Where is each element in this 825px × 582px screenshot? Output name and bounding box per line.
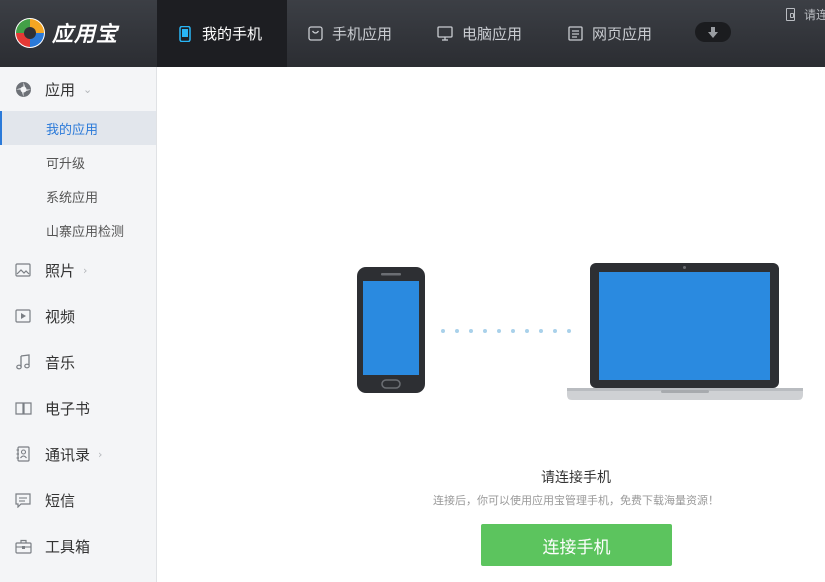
sidebar-subitem-upgradable[interactable]: 可升级 (0, 145, 156, 179)
phone-icon (177, 25, 193, 42)
app-logo-icon (15, 18, 45, 48)
tab-phone-apps[interactable]: 手机应用 (287, 0, 417, 67)
connect-subtitle: 连接后，你可以使用应用宝管理手机，免费下载海量资源！ (433, 494, 719, 507)
app-icon (14, 80, 32, 98)
sidebar-subitem-fake-app-check[interactable]: 山寨应用检测 (0, 213, 156, 247)
connect-illustration (357, 263, 803, 400)
web-page-icon (567, 26, 583, 42)
tab-pc-apps[interactable]: 电脑应用 (417, 0, 547, 67)
sidebar: 应用 ⌄ 我的应用 可升级 系统应用 山寨应用检测 照片 › 视频 音乐 电子书… (0, 67, 157, 582)
contacts-icon (14, 445, 32, 463)
sidebar-subitem-label: 山寨应用检测 (46, 224, 125, 240)
sidebar-item-toolbox[interactable]: 工具箱 (0, 524, 156, 568)
connect-title: 请连接手机 (541, 470, 611, 486)
sidebar-item-label: 工具箱 (45, 537, 91, 556)
toolbox-icon (14, 537, 32, 555)
sidebar-subitem-system-apps[interactable]: 系统应用 (0, 179, 156, 213)
sidebar-item-label: 电子书 (45, 399, 91, 418)
connect-phone-button[interactable]: 连接手机 (481, 524, 672, 566)
laptop-illustration (567, 263, 803, 400)
sidebar-item-label: 视频 (45, 307, 76, 326)
sidebar-subitem-label: 可升级 (46, 156, 86, 172)
connect-hint-label: 请连接手机 (804, 8, 825, 22)
video-icon (14, 307, 32, 325)
top-bar: 应用宝 我的手机 手机应用 电脑应用 网页应用 请连 (0, 0, 825, 67)
download-manager-button[interactable] (695, 22, 731, 42)
sidebar-subitem-my-apps[interactable]: 我的应用 (0, 111, 156, 145)
chevron-right-icon: › (83, 263, 88, 277)
app-window: 应用宝 我的手机 手机应用 电脑应用 网页应用 请连 应用 ⌄ 我的应用 可升级… (0, 0, 825, 582)
sidebar-item-music[interactable]: 音乐 (0, 340, 156, 384)
sidebar-item-contacts[interactable]: 通讯录 › (0, 432, 156, 476)
sidebar-subitem-label: 我的应用 (46, 122, 99, 138)
connect-phone-link[interactable]: 请连接手机 (786, 6, 825, 23)
connection-dots (441, 329, 571, 333)
sidebar-item-photos[interactable]: 照片 › (0, 248, 156, 292)
phone-illustration (357, 267, 425, 393)
tab-my-phone[interactable]: 我的手机 (157, 0, 287, 67)
tab-label: 网页应用 (592, 25, 653, 43)
app-logo: 应用宝 (14, 14, 118, 52)
tab-label: 电脑应用 (462, 25, 523, 43)
sidebar-item-label: 通讯录 (45, 445, 91, 464)
main-tabs: 我的手机 手机应用 电脑应用 网页应用 (157, 0, 677, 67)
sidebar-item-label: 音乐 (45, 353, 76, 372)
sidebar-item-videos[interactable]: 视频 (0, 294, 156, 338)
main-content: 请连接手机 连接后，你可以使用应用宝管理手机，免费下载海量资源！ 连接手机 (157, 67, 825, 582)
music-icon (14, 353, 32, 371)
app-name: 应用宝 (52, 22, 118, 46)
sidebar-item-label: 短信 (45, 491, 76, 510)
sidebar-subitem-label: 系统应用 (46, 190, 99, 206)
phone-outline-icon (786, 8, 795, 21)
photo-icon (14, 261, 32, 279)
tab-label: 手机应用 (332, 25, 393, 43)
tab-web-apps[interactable]: 网页应用 (547, 0, 677, 67)
monitor-icon (437, 26, 453, 42)
sidebar-item-label: 照片 (45, 261, 76, 280)
sidebar-item-ebooks[interactable]: 电子书 (0, 386, 156, 430)
tab-label: 我的手机 (202, 25, 263, 43)
download-arrow-icon (708, 26, 718, 38)
chevron-right-icon: › (98, 447, 103, 461)
sms-icon (14, 491, 32, 509)
sidebar-item-label: 应用 (45, 80, 76, 99)
ebook-icon (14, 399, 32, 417)
bag-icon (307, 26, 323, 42)
sidebar-item-sms[interactable]: 短信 (0, 478, 156, 522)
sidebar-item-apps[interactable]: 应用 ⌄ (0, 67, 156, 111)
chevron-down-icon: ⌄ (83, 82, 93, 96)
